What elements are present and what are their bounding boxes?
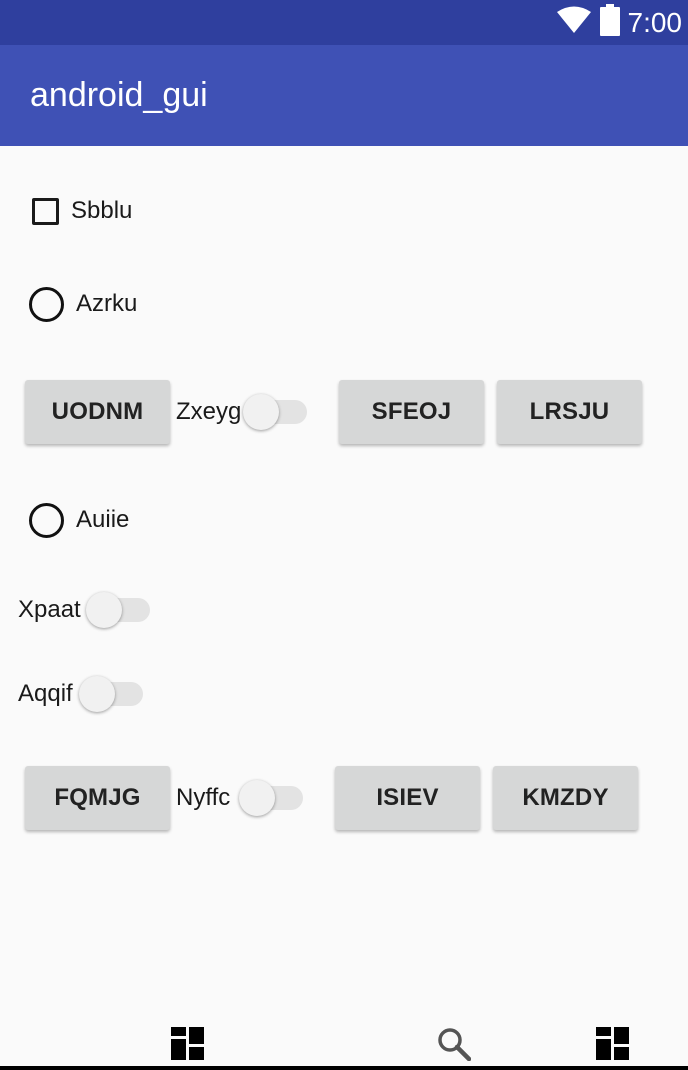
app-bar: android_gui — [0, 45, 688, 146]
checkbox-box[interactable] — [32, 197, 59, 225]
switch-label-xpaat: Xpaat — [18, 596, 81, 623]
app-title: android_gui — [30, 76, 208, 114]
fqmjg-button[interactable]: FQMJG — [25, 766, 170, 830]
checkbox-sbblu[interactable]: Sbblu — [0, 195, 132, 227]
sfeoj-button[interactable]: SFEOJ — [339, 380, 484, 444]
dashboard-icon[interactable] — [596, 1027, 629, 1065]
checkbox-label: Sbblu — [71, 197, 133, 224]
uodnm-button[interactable]: UODNM — [25, 380, 170, 444]
switch-aqqif-thumb[interactable] — [79, 676, 115, 712]
switch-nyffc-thumb[interactable] — [239, 780, 275, 816]
nav-divider — [0, 1066, 688, 1070]
dashboard-icon[interactable] — [171, 1027, 204, 1065]
switch-label-aqqif: Aqqif — [18, 680, 73, 707]
status-icons: 7:00 — [556, 0, 683, 45]
status-bar: 7:00 — [0, 0, 688, 45]
radio-azrku[interactable]: Azrku — [0, 286, 137, 322]
switch-xpaat-thumb[interactable] — [86, 592, 122, 628]
lrsju-button[interactable]: LRSJU — [497, 380, 642, 444]
switch-label-zxeyg: Zxeyg — [176, 398, 242, 425]
battery-icon — [599, 4, 620, 41]
search-icon[interactable] — [437, 1027, 472, 1066]
switch-zxeyg-thumb[interactable] — [243, 394, 279, 430]
radio-button[interactable] — [29, 286, 64, 322]
radio-label: Azrku — [76, 290, 138, 317]
nav-bar — [0, 1018, 688, 1070]
radio-button[interactable] — [29, 502, 64, 538]
kmzdy-button[interactable]: KMZDY — [493, 766, 638, 830]
wifi-icon — [556, 6, 592, 39]
status-time: 7:00 — [627, 7, 683, 38]
switch-label-nyffc: Nyffc — [176, 784, 231, 811]
radio-auiie[interactable]: Auiie — [0, 502, 129, 538]
radio-label: Auiie — [76, 506, 130, 533]
isiev-button[interactable]: ISIEV — [335, 766, 480, 830]
